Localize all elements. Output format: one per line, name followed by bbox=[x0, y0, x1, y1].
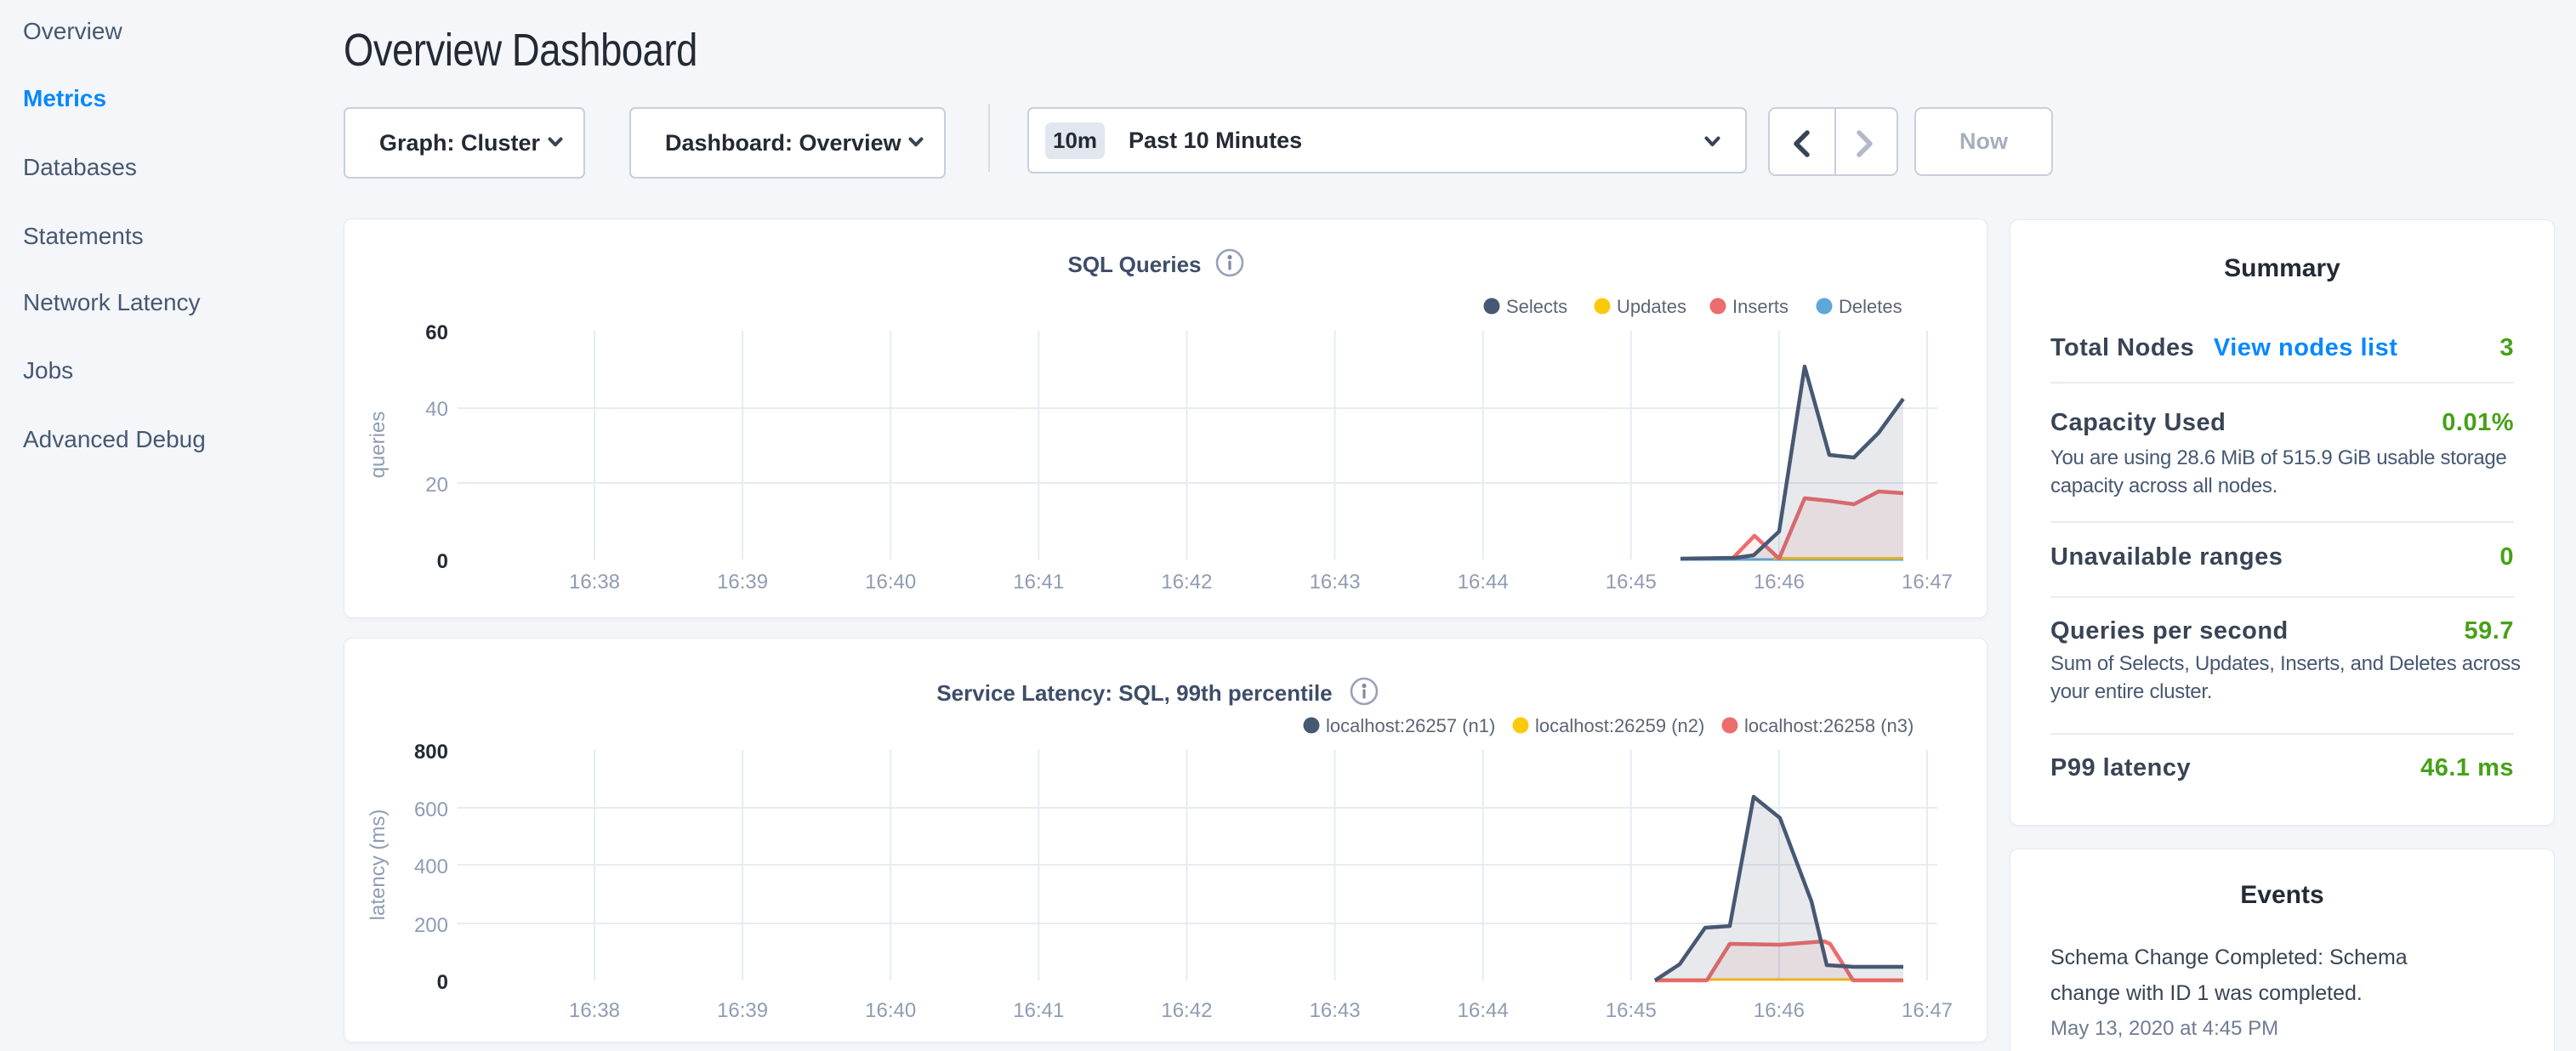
svg-text:localhost:26257 (n1): localhost:26257 (n1) bbox=[1326, 715, 1495, 736]
svg-text:16:42: 16:42 bbox=[1161, 999, 1212, 1022]
svg-text:localhost:26258 (n3): localhost:26258 (n3) bbox=[1744, 715, 1914, 736]
svg-text:16:45: 16:45 bbox=[1606, 999, 1657, 1022]
svg-text:16:47: 16:47 bbox=[1902, 571, 1953, 594]
svg-text:200: 200 bbox=[414, 914, 448, 937]
svg-text:400: 400 bbox=[414, 855, 448, 878]
svg-text:16:47: 16:47 bbox=[1902, 999, 1953, 1022]
svg-text:16:43: 16:43 bbox=[1310, 571, 1361, 594]
svg-text:16:44: 16:44 bbox=[1458, 999, 1509, 1022]
svg-text:Updates: Updates bbox=[1617, 296, 1686, 317]
svg-text:800: 800 bbox=[414, 741, 448, 764]
svg-text:Selects: Selects bbox=[1506, 296, 1567, 317]
svg-text:queries: queries bbox=[367, 412, 390, 479]
svg-text:0: 0 bbox=[437, 971, 448, 994]
svg-text:Deletes: Deletes bbox=[1839, 296, 1902, 317]
svg-text:Inserts: Inserts bbox=[1732, 296, 1788, 317]
svg-text:latency (ms): latency (ms) bbox=[367, 810, 390, 921]
svg-text:16:39: 16:39 bbox=[717, 571, 768, 594]
svg-text:16:42: 16:42 bbox=[1161, 571, 1212, 594]
svg-text:16:39: 16:39 bbox=[717, 999, 768, 1022]
svg-text:16:46: 16:46 bbox=[1754, 571, 1805, 594]
svg-text:Service Latency: SQL, 99th per: Service Latency: SQL, 99th percentile bbox=[936, 680, 1332, 706]
svg-text:16:44: 16:44 bbox=[1458, 571, 1509, 594]
svg-text:localhost:26259 (n2): localhost:26259 (n2) bbox=[1535, 715, 1704, 736]
svg-text:16:38: 16:38 bbox=[569, 999, 620, 1022]
svg-text:16:40: 16:40 bbox=[865, 571, 916, 594]
svg-text:60: 60 bbox=[425, 321, 448, 344]
svg-text:16:40: 16:40 bbox=[865, 999, 916, 1022]
svg-text:600: 600 bbox=[414, 798, 448, 821]
svg-text:20: 20 bbox=[425, 474, 448, 497]
svg-text:0: 0 bbox=[437, 550, 448, 573]
svg-text:16:41: 16:41 bbox=[1013, 571, 1064, 594]
svg-text:16:41: 16:41 bbox=[1013, 999, 1064, 1022]
svg-text:SQL Queries: SQL Queries bbox=[1067, 252, 1201, 277]
svg-text:16:43: 16:43 bbox=[1310, 999, 1361, 1022]
svg-text:16:38: 16:38 bbox=[569, 571, 620, 594]
svg-text:16:46: 16:46 bbox=[1754, 999, 1805, 1022]
svg-text:16:45: 16:45 bbox=[1606, 571, 1657, 594]
svg-text:40: 40 bbox=[425, 398, 448, 421]
